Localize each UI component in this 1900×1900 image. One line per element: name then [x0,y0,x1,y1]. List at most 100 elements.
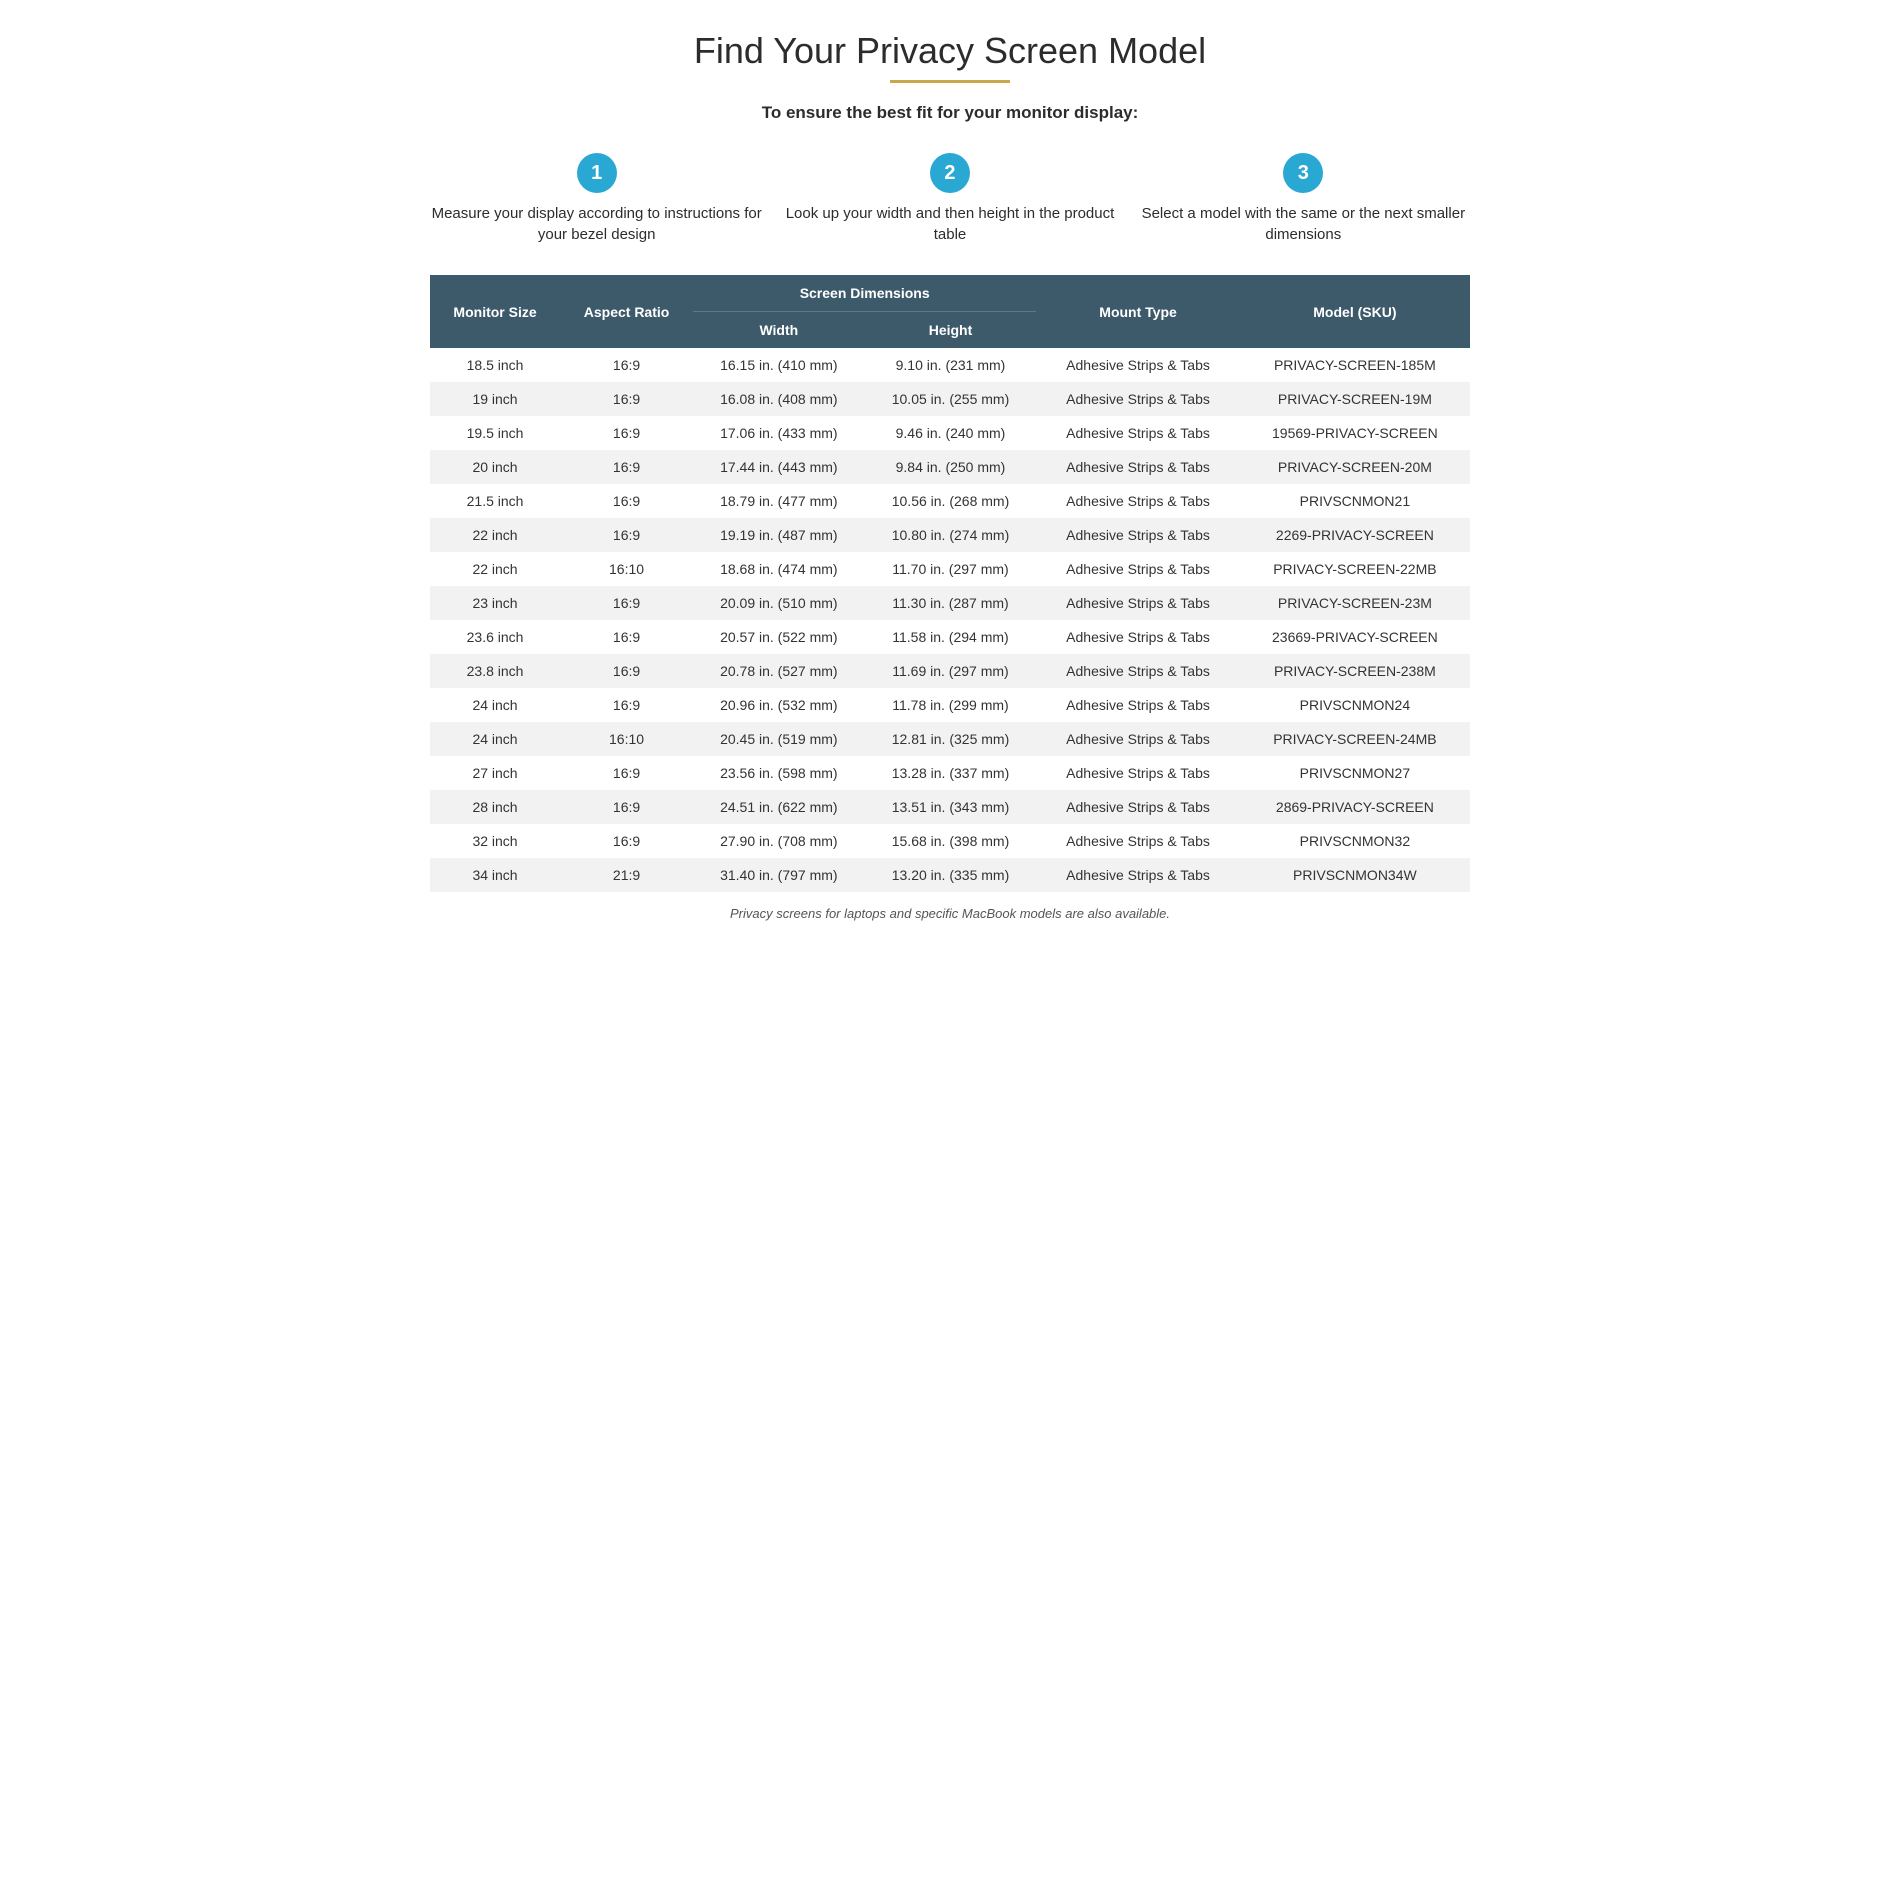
cell-11-1: 16:10 [560,722,693,756]
table-row: 21.5 inch16:918.79 in. (477 mm)10.56 in.… [430,484,1470,518]
col-width-header: Width [693,312,865,349]
cell-3-3: 9.84 in. (250 mm) [865,450,1037,484]
cell-12-3: 13.28 in. (337 mm) [865,756,1037,790]
cell-10-4: Adhesive Strips & Tabs [1036,688,1239,722]
cell-14-3: 15.68 in. (398 mm) [865,824,1037,858]
cell-0-1: 16:9 [560,348,693,382]
cell-6-5: PRIVACY-SCREEN-22MB [1240,552,1470,586]
cell-11-5: PRIVACY-SCREEN-24MB [1240,722,1470,756]
step-1-circle: 1 [577,153,617,193]
col-mount-type-header: Mount Type [1036,275,1239,348]
cell-6-1: 16:10 [560,552,693,586]
footer-note: Privacy screens for laptops and specific… [430,906,1470,921]
cell-7-3: 11.30 in. (287 mm) [865,586,1037,620]
cell-2-5: 19569-PRIVACY-SCREEN [1240,416,1470,450]
cell-4-2: 18.79 in. (477 mm) [693,484,865,518]
cell-8-2: 20.57 in. (522 mm) [693,620,865,654]
cell-4-4: Adhesive Strips & Tabs [1036,484,1239,518]
cell-12-5: PRIVSCNMON27 [1240,756,1470,790]
cell-5-5: 2269-PRIVACY-SCREEN [1240,518,1470,552]
cell-5-4: Adhesive Strips & Tabs [1036,518,1239,552]
cell-7-5: PRIVACY-SCREEN-23M [1240,586,1470,620]
cell-15-2: 31.40 in. (797 mm) [693,858,865,892]
table-row: 22 inch16:919.19 in. (487 mm)10.80 in. (… [430,518,1470,552]
cell-13-4: Adhesive Strips & Tabs [1036,790,1239,824]
cell-12-2: 23.56 in. (598 mm) [693,756,865,790]
step-1: 1 Measure your display according to inst… [430,153,763,245]
product-table: Monitor Size Aspect Ratio Screen Dimensi… [430,275,1470,892]
cell-1-3: 10.05 in. (255 mm) [865,382,1037,416]
cell-13-1: 16:9 [560,790,693,824]
steps-container: 1 Measure your display according to inst… [430,153,1470,245]
cell-0-0: 18.5 inch [430,348,560,382]
cell-11-3: 12.81 in. (325 mm) [865,722,1037,756]
cell-3-4: Adhesive Strips & Tabs [1036,450,1239,484]
cell-5-0: 22 inch [430,518,560,552]
cell-8-4: Adhesive Strips & Tabs [1036,620,1239,654]
cell-9-0: 23.8 inch [430,654,560,688]
table-row: 19 inch16:916.08 in. (408 mm)10.05 in. (… [430,382,1470,416]
table-row: 23 inch16:920.09 in. (510 mm)11.30 in. (… [430,586,1470,620]
cell-4-3: 10.56 in. (268 mm) [865,484,1037,518]
step-3-text: Select a model with the same or the next… [1137,203,1470,245]
table-row: 23.8 inch16:920.78 in. (527 mm)11.69 in.… [430,654,1470,688]
cell-2-3: 9.46 in. (240 mm) [865,416,1037,450]
cell-12-4: Adhesive Strips & Tabs [1036,756,1239,790]
col-height-header: Height [865,312,1037,349]
cell-14-0: 32 inch [430,824,560,858]
cell-14-1: 16:9 [560,824,693,858]
cell-8-0: 23.6 inch [430,620,560,654]
cell-7-1: 16:9 [560,586,693,620]
cell-9-1: 16:9 [560,654,693,688]
cell-14-2: 27.90 in. (708 mm) [693,824,865,858]
cell-4-5: PRIVSCNMON21 [1240,484,1470,518]
cell-4-1: 16:9 [560,484,693,518]
cell-2-1: 16:9 [560,416,693,450]
cell-4-0: 21.5 inch [430,484,560,518]
cell-7-2: 20.09 in. (510 mm) [693,586,865,620]
step-3: 3 Select a model with the same or the ne… [1137,153,1470,245]
cell-5-2: 19.19 in. (487 mm) [693,518,865,552]
cell-15-0: 34 inch [430,858,560,892]
cell-6-0: 22 inch [430,552,560,586]
cell-14-5: PRIVSCNMON32 [1240,824,1470,858]
table-row: 20 inch16:917.44 in. (443 mm)9.84 in. (2… [430,450,1470,484]
cell-1-2: 16.08 in. (408 mm) [693,382,865,416]
table-row: 24 inch16:920.96 in. (532 mm)11.78 in. (… [430,688,1470,722]
cell-11-4: Adhesive Strips & Tabs [1036,722,1239,756]
cell-8-3: 11.58 in. (294 mm) [865,620,1037,654]
table-row: 23.6 inch16:920.57 in. (522 mm)11.58 in.… [430,620,1470,654]
table-row: 22 inch16:1018.68 in. (474 mm)11.70 in. … [430,552,1470,586]
cell-8-5: 23669-PRIVACY-SCREEN [1240,620,1470,654]
cell-13-2: 24.51 in. (622 mm) [693,790,865,824]
cell-10-2: 20.96 in. (532 mm) [693,688,865,722]
cell-10-3: 11.78 in. (299 mm) [865,688,1037,722]
table-row: 32 inch16:927.90 in. (708 mm)15.68 in. (… [430,824,1470,858]
cell-9-4: Adhesive Strips & Tabs [1036,654,1239,688]
subtitle: To ensure the best fit for your monitor … [430,103,1470,123]
col-screen-dimensions-header: Screen Dimensions [693,275,1036,312]
step-3-circle: 3 [1283,153,1323,193]
cell-14-4: Adhesive Strips & Tabs [1036,824,1239,858]
cell-2-0: 19.5 inch [430,416,560,450]
cell-15-1: 21:9 [560,858,693,892]
table-row: 24 inch16:1020.45 in. (519 mm)12.81 in. … [430,722,1470,756]
cell-3-1: 16:9 [560,450,693,484]
cell-13-0: 28 inch [430,790,560,824]
cell-15-5: PRIVSCNMON34W [1240,858,1470,892]
cell-1-0: 19 inch [430,382,560,416]
page-title: Find Your Privacy Screen Model [430,30,1470,72]
table-row: 27 inch16:923.56 in. (598 mm)13.28 in. (… [430,756,1470,790]
cell-3-0: 20 inch [430,450,560,484]
cell-3-5: PRIVACY-SCREEN-20M [1240,450,1470,484]
cell-8-1: 16:9 [560,620,693,654]
cell-10-1: 16:9 [560,688,693,722]
step-2-text: Look up your width and then height in th… [783,203,1116,245]
cell-5-1: 16:9 [560,518,693,552]
cell-6-3: 11.70 in. (297 mm) [865,552,1037,586]
step-1-text: Measure your display according to instru… [430,203,763,245]
cell-2-4: Adhesive Strips & Tabs [1036,416,1239,450]
cell-13-5: 2869-PRIVACY-SCREEN [1240,790,1470,824]
cell-12-0: 27 inch [430,756,560,790]
cell-5-3: 10.80 in. (274 mm) [865,518,1037,552]
